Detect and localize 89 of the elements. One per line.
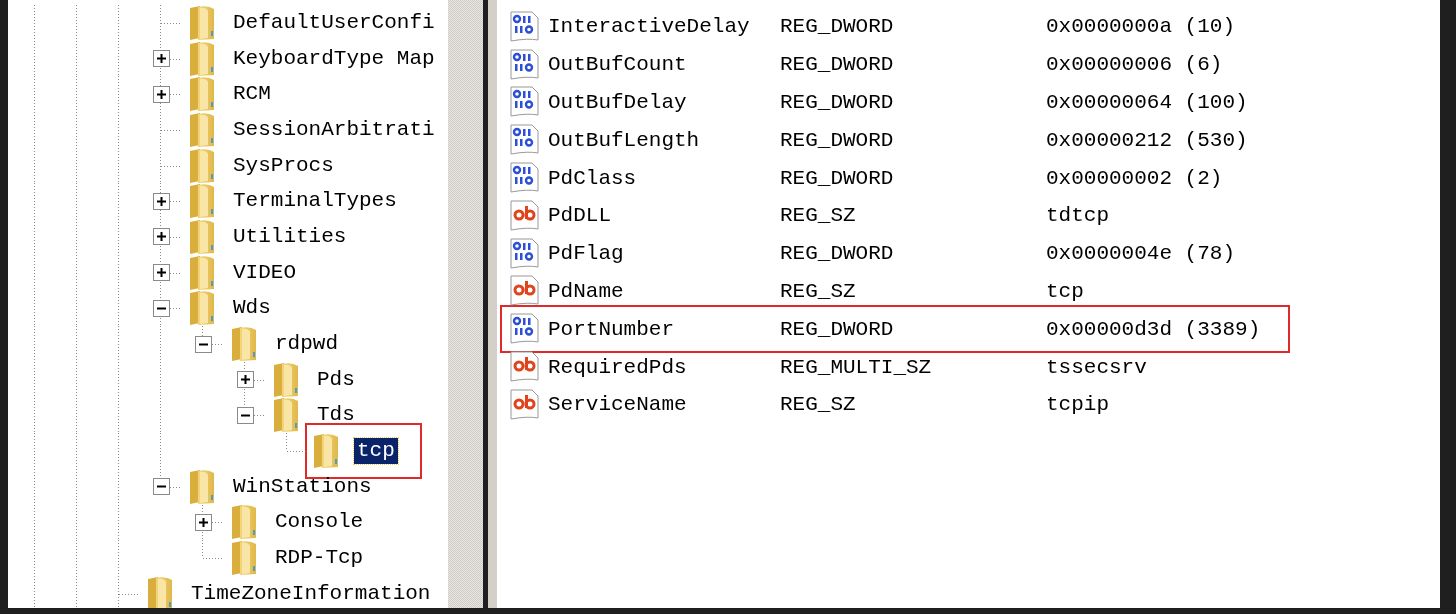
binary-value-icon <box>510 48 540 81</box>
value-name: PortNumber <box>548 317 676 341</box>
expand-icon[interactable] <box>194 513 212 531</box>
value-type: REG_SZ <box>780 204 857 228</box>
folder-icon <box>188 4 216 41</box>
tree-item[interactable]: SessionArbitrati <box>230 116 438 143</box>
value-name: RequiredPds <box>548 355 688 379</box>
value-type: REG_SZ <box>780 393 857 417</box>
value-type: REG_MULTI_SZ <box>780 355 933 379</box>
value-data: 0x00000d3d (3389) <box>1046 317 1261 341</box>
folder-icon <box>230 540 258 577</box>
value-name: PdClass <box>548 166 638 190</box>
tree-item[interactable]: DefaultUserConfi <box>230 9 438 36</box>
value-type: REG_DWORD <box>780 242 895 266</box>
folder-icon <box>188 40 216 77</box>
tree-item[interactable]: tcp <box>354 438 398 465</box>
folder-icon <box>272 361 300 398</box>
folder-icon <box>188 147 216 184</box>
string-value-icon <box>510 199 540 232</box>
binary-value-icon <box>510 162 540 195</box>
folder-icon <box>272 397 300 434</box>
tree-item[interactable]: SysProcs <box>230 152 337 179</box>
value-name: OutBufLength <box>548 128 701 152</box>
value-type: REG_SZ <box>780 279 857 303</box>
value-name: PdName <box>548 279 625 303</box>
value-type: REG_DWORD <box>780 91 895 114</box>
tree-item[interactable]: Pds <box>314 366 358 393</box>
string-value-icon <box>510 275 540 308</box>
tree-item[interactable]: TerminalTypes <box>230 188 400 215</box>
string-value-icon <box>510 351 540 384</box>
collapse-icon[interactable] <box>236 406 254 424</box>
tree-item[interactable]: Tds <box>314 402 358 429</box>
value-data: tcp <box>1046 279 1084 303</box>
value-type: REG_DWORD <box>780 15 895 39</box>
folder-icon <box>188 254 216 291</box>
tree-item[interactable]: Utilities <box>230 223 350 250</box>
tree-item[interactable]: rdpwd <box>272 331 341 358</box>
folder-icon <box>230 504 258 541</box>
tree-item[interactable]: Console <box>272 509 367 536</box>
binary-value-icon <box>510 237 540 270</box>
collapse-icon[interactable] <box>152 299 170 317</box>
folder-icon <box>188 76 216 113</box>
tree-item[interactable]: Wds <box>230 295 274 322</box>
value-data: 0x00000006 (6) <box>1046 53 1223 77</box>
expand-icon[interactable] <box>152 228 170 246</box>
value-name: ServiceName <box>548 393 688 417</box>
folder-icon <box>146 575 174 608</box>
folder-icon <box>188 290 216 327</box>
expand-icon[interactable] <box>152 264 170 282</box>
expand-icon[interactable] <box>152 50 170 68</box>
value-type: REG_DWORD <box>780 317 895 341</box>
collapse-icon[interactable] <box>194 335 212 353</box>
value-name: OutBufCount <box>548 53 688 77</box>
value-type: REG_DWORD <box>780 128 895 152</box>
string-value-icon <box>510 388 540 421</box>
value-data: tcpip <box>1046 393 1109 417</box>
binary-value-icon <box>510 10 540 43</box>
value-name: PdFlag <box>548 242 625 266</box>
value-type: REG_DWORD <box>780 53 895 77</box>
value-data: tssecsrv <box>1046 355 1147 379</box>
folder-icon <box>188 468 216 505</box>
tree-item[interactable]: RDP-Tcp <box>272 545 367 572</box>
expand-icon[interactable] <box>152 192 170 210</box>
value-data: 0x00000212 (530) <box>1046 128 1248 152</box>
value-data: 0x00000064 (100) <box>1046 91 1248 114</box>
value-type: REG_DWORD <box>780 166 895 190</box>
value-data: 0x00000002 (2) <box>1046 166 1223 190</box>
value-name: OutBufDelay <box>548 91 688 114</box>
binary-value-icon <box>510 313 540 346</box>
tree-item[interactable]: RCM <box>230 81 274 108</box>
tree-item[interactable]: TimeZoneInformation <box>188 580 434 607</box>
value-data: tdtcp <box>1046 204 1109 228</box>
folder-icon <box>188 183 216 220</box>
folder-icon <box>230 326 258 363</box>
collapse-icon[interactable] <box>152 478 170 496</box>
folder-icon <box>188 111 216 148</box>
value-name: PdDLL <box>548 204 612 228</box>
tree-item[interactable]: VIDEO <box>230 259 299 286</box>
expand-icon[interactable] <box>152 85 170 103</box>
binary-value-icon <box>510 86 540 119</box>
tree-item[interactable]: WinStations <box>230 473 375 500</box>
folder-icon <box>188 218 216 255</box>
expand-icon[interactable] <box>236 371 254 389</box>
value-data: 0x0000004e (78) <box>1046 242 1236 266</box>
value-data: 0x0000000a (10) <box>1046 15 1236 39</box>
tree-item[interactable]: KeyboardType Map <box>230 45 438 72</box>
value-name: InteractiveDelay <box>548 15 751 39</box>
binary-value-icon <box>510 124 540 157</box>
folder-icon <box>312 433 340 470</box>
